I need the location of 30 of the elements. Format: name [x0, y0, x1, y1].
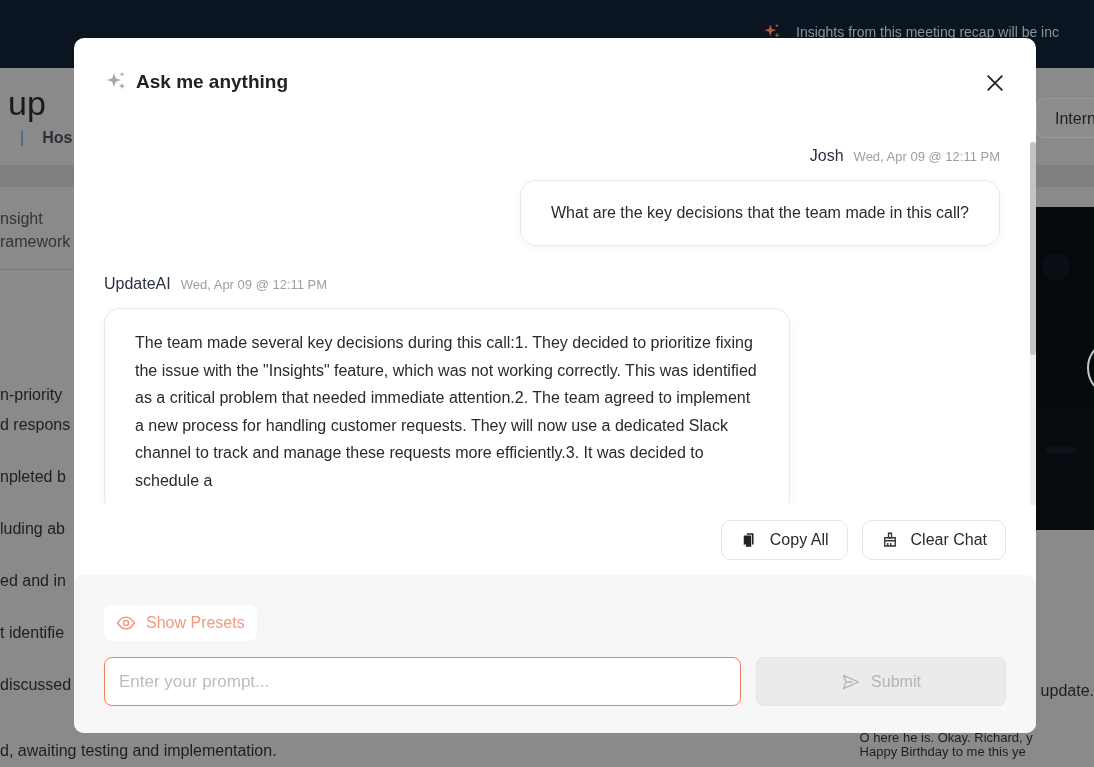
section-text: nsight	[0, 209, 43, 229]
eye-icon	[116, 613, 136, 633]
message-bubble: The team made several key decisions during this call:1. They decided to prioritize fixing the issue with the "Insights" feature, which was not working correctly. This was identified as a critical problem that needed immediate attention.2. The team agreed to implement a new process for handling customer requests. They will now use a dedicated Slack channel to track and manage these requests more efficiently.3. It was decided to schedule a	[104, 308, 790, 505]
dialog-title: Ask me anything	[136, 69, 289, 94]
note-text: t identifie	[0, 623, 65, 643]
note-text: discussed	[0, 675, 72, 695]
message-time: Wed, Apr 09 @ 12:11 PM	[180, 277, 328, 292]
author-name: Josh	[809, 147, 844, 164]
transcript-text: update.	[1040, 681, 1094, 701]
clear-button[interactable]: Clear Chat	[861, 520, 1006, 560]
transcript-text: O here he is. Okay. Richard, y	[859, 731, 1034, 745]
transcript-text: Happy Birthday to me this ye	[859, 745, 1026, 759]
section-text: ramework	[0, 232, 71, 252]
host-label: Hos	[42, 128, 73, 148]
note-text: npleted b	[0, 467, 66, 487]
copy-button[interactable]: Copy All	[720, 520, 848, 560]
note-text: ed and in	[0, 571, 66, 591]
divider-text: |	[20, 128, 25, 148]
note-text: d respons	[0, 415, 71, 435]
scrollbar[interactable]	[1030, 142, 1036, 505]
page-title: up	[7, 83, 47, 120]
message-bubble: What are the key decisions that the team made in this call?	[520, 180, 1000, 246]
banner-text: Insights from this meeting recap will be inc	[796, 23, 1059, 42]
tag-button[interactable]: Intern	[1036, 98, 1094, 138]
note-text: d, awaiting testing and implementation.	[0, 741, 277, 761]
prompt-field[interactable]: Enter your prompt...	[104, 657, 741, 706]
author-name: UpdateAI	[104, 275, 171, 292]
note-text: n-priority	[0, 385, 63, 405]
message-time: Wed, Apr 09 @ 12:11 PM	[853, 149, 1000, 164]
note-text: luding ab	[0, 519, 65, 539]
